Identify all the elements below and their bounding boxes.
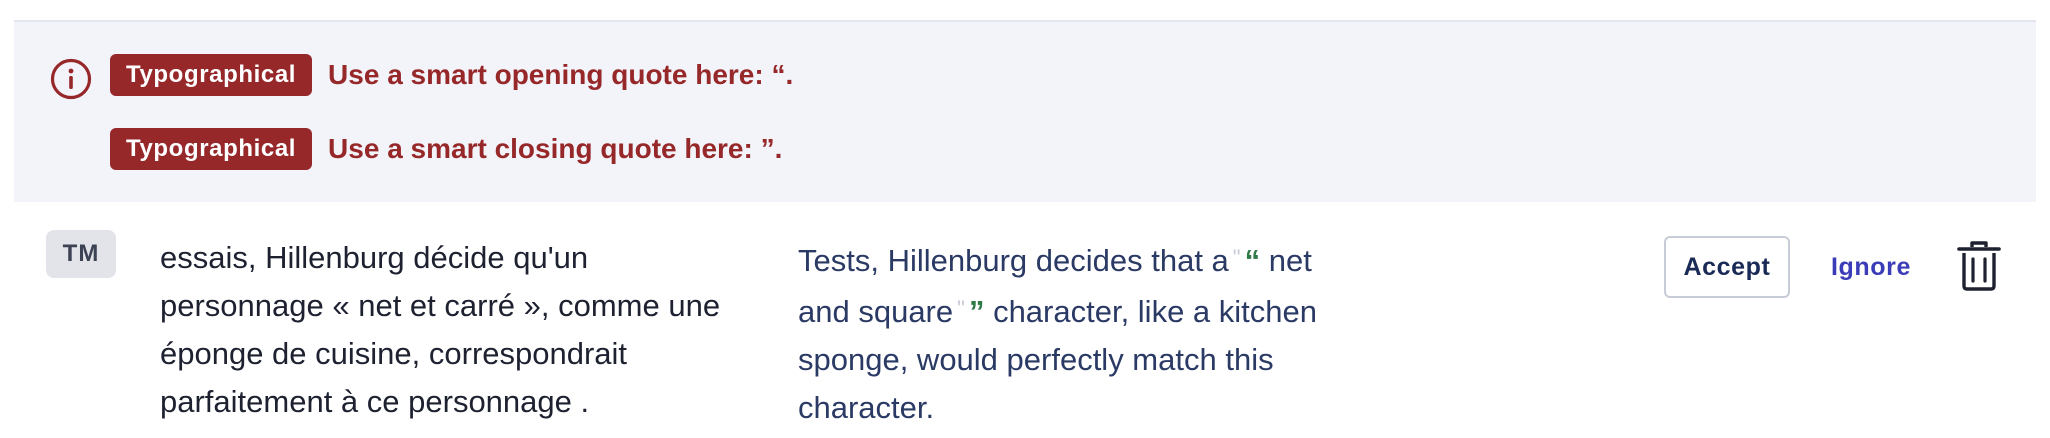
target-line: Tests, Hillenburg decides that a " “ net <box>798 234 1358 285</box>
qa-issue-row: Typographical Use a smart opening quote … <box>110 54 793 96</box>
quote-placeholder-tag[interactable]: " <box>957 285 965 333</box>
target-text-fragment: Tests, Hillenburg decides that a <box>798 243 1229 278</box>
target-line: sponge, would perfectly match this <box>798 342 1274 377</box>
info-icon <box>50 58 92 100</box>
tm-match-badge: TM <box>46 230 116 278</box>
accept-button[interactable]: Accept <box>1664 236 1790 298</box>
ignore-button[interactable]: Ignore <box>1816 236 1926 298</box>
target-text-fragment: and square <box>798 294 954 329</box>
target-line: and square "” character, like a kitchen <box>798 285 1358 336</box>
source-segment-text: essais, Hillenburg décide qu'un personna… <box>160 234 780 426</box>
suggested-closing-quote: ” <box>968 294 985 329</box>
source-line: personnage « net et carré », comme une <box>160 288 721 323</box>
qa-issues-panel <box>14 22 2036 202</box>
suggested-opening-quote: “ <box>1244 243 1261 278</box>
target-line: character. <box>798 390 935 425</box>
source-line: essais, Hillenburg décide qu'un <box>160 240 589 275</box>
qa-issue-row: Typographical Use a smart closing quote … <box>110 128 782 170</box>
target-text-fragment: net <box>1268 243 1312 278</box>
issue-message: Use a smart closing quote here: ”. <box>328 133 783 164</box>
issue-category-badge: Typographical <box>110 128 313 170</box>
issue-category-badge: Typographical <box>110 54 313 96</box>
trash-icon[interactable] <box>1956 240 2002 292</box>
issue-message: Use a smart opening quote here: “. <box>328 59 794 90</box>
quote-placeholder-tag[interactable]: " <box>1233 234 1241 282</box>
target-text-fragment: character, like a kitchen <box>993 294 1318 329</box>
source-line: éponge de cuisine, correspondrait <box>160 336 628 371</box>
target-segment-editor[interactable]: Tests, Hillenburg decides that a " “ net a… <box>798 234 1358 432</box>
source-line: parfaitement à ce personnage . <box>160 384 590 419</box>
